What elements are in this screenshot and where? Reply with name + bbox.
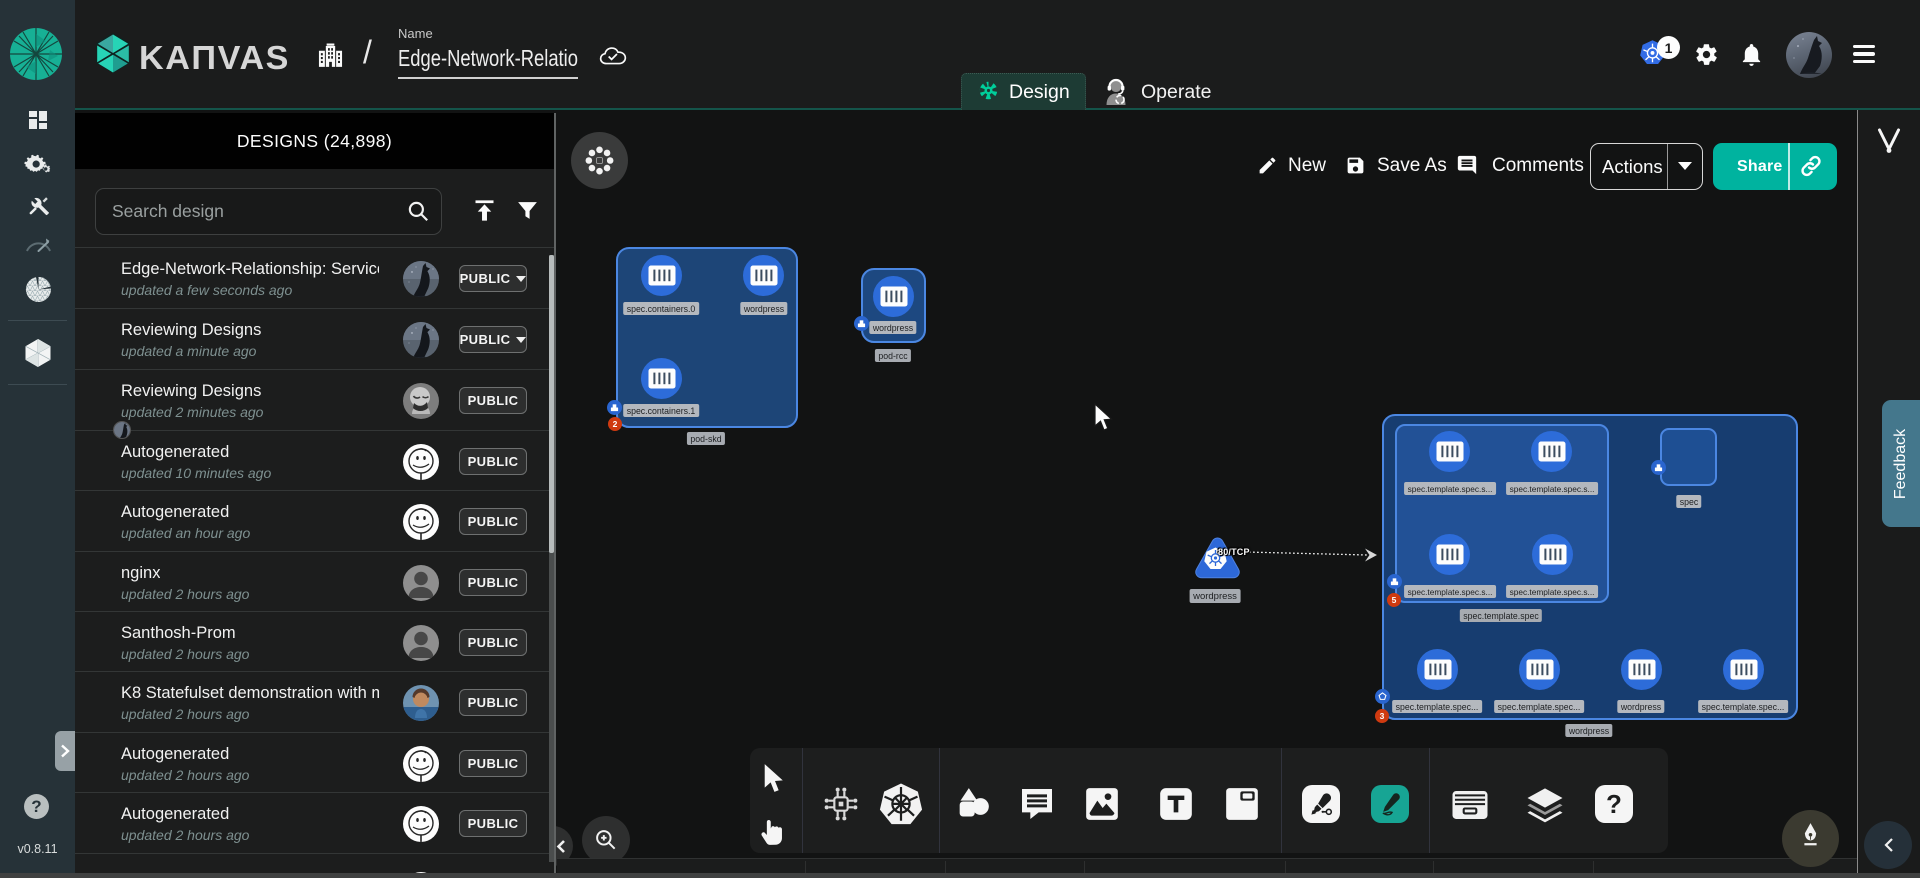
svg-text:KAΠVAS: KAΠVAS bbox=[139, 39, 290, 76]
